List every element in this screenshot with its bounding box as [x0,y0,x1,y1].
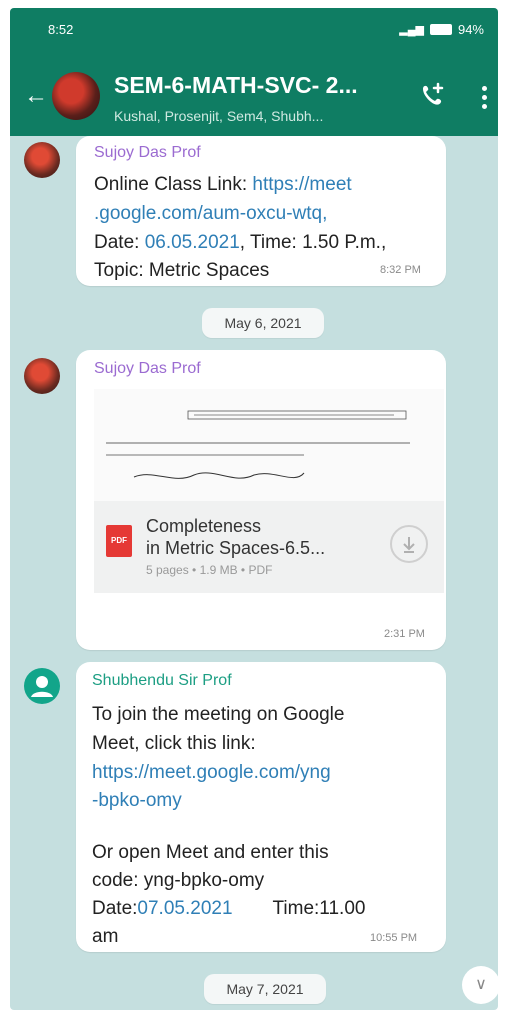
message-bubble[interactable]: Shubhendu Sir Prof To join the meeting o… [76,662,446,952]
meet-link[interactable]: https://meet [252,174,351,195]
message-line: Date: 06.05.2021, Time: 1.50 P.m., [94,232,387,253]
scroll-down-icon[interactable]: ∨ [462,966,498,1004]
group-title[interactable]: SEM-6-MATH-SVC- 2... [114,72,358,99]
date-link[interactable]: 07.05.2021 [137,898,232,919]
message-line: To join the meeting on Google [92,704,345,725]
meet-link[interactable]: https://meet.google.com/yng [92,758,331,788]
message-time: 2:31 PM [384,628,425,640]
status-time: 8:52 [48,22,74,37]
meet-link-continued[interactable]: .google.com/aum-oxcu-wtq, [94,199,327,229]
chat-area[interactable]: Sujoy Das Prof Online Class Link: https:… [10,136,498,1010]
date-link[interactable]: 06.05.2021 [145,232,240,253]
message-line: Or open Meet and enter this [92,842,329,863]
group-members[interactable]: Kushal, Prosenjit, Sem4, Shubh... [114,108,323,124]
person-icon [31,676,53,697]
message-time: 8:32 PM [380,264,421,276]
message-time: 10:55 PM [370,932,418,944]
document-thumbnail [106,410,410,479]
signal-icon: ▂▄▆ [399,24,424,36]
battery-icon [429,24,452,35]
document-meta: 5 pages • 1.9 MB • PDF [146,563,273,577]
document-preview[interactable] [94,389,444,501]
add-call-icon[interactable] [418,80,448,110]
status-bar: 8:52 ▂▄▆ 94% [10,8,498,52]
message-bubble[interactable]: Sujoy Das Prof Online Class Link: https:… [76,136,446,286]
sender-avatar[interactable] [24,142,60,178]
message-line: am [92,926,119,947]
status-icons: ▂▄▆ 94% [399,22,484,37]
group-avatar[interactable] [52,72,100,120]
message-line: Topic: Metric Spaces [94,260,270,281]
back-arrow-icon[interactable]: ← [24,84,48,108]
document-name: Completeness in Metric Spaces-6.5... [146,516,326,558]
sender-name: Sujoy Das Prof [94,360,201,377]
pdf-attachment[interactable]: PDF Completeness in Metric Spaces-6.5...… [94,501,444,593]
message-line: Date:07.05.2021 Time:11.00 [92,898,366,919]
sender-avatar[interactable] [24,358,60,394]
chat-header: ← SEM-6-MATH-SVC- 2... Kushal, Prosenjit… [10,52,498,136]
message-line: Meet, click this link: [92,733,256,754]
phone-screen: 8:52 ▂▄▆ 94% ← SEM-6-MATH-SVC- 2... Kush… [10,8,498,1010]
more-options-icon[interactable] [482,86,488,109]
download-icon[interactable] [390,525,428,563]
sender-name: Shubhendu Sir Prof [92,672,232,689]
sender-avatar[interactable] [24,668,60,704]
message-line: Online Class Link: https://meet [94,174,352,195]
date-divider: May 6, 2021 [202,308,324,338]
meet-link-continued[interactable]: -bpko-omy [92,786,182,816]
message-line: code: yng-bpko-omy [92,870,265,891]
sender-name: Sujoy Das Prof [94,144,201,161]
date-divider: May 7, 2021 [204,974,326,1004]
pdf-icon: PDF [106,525,132,557]
battery-level: 94% [457,22,484,37]
